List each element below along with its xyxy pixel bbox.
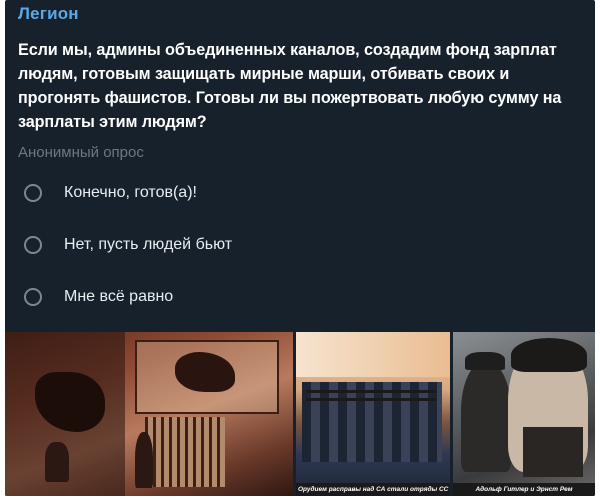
screenshot-frame: Легион Если мы, админы объединенных кана… [0,0,600,501]
poll-option-label: Нет, пусть людей бьют [64,236,233,253]
photo-caption: Адольф Гитлер и Эрнст Рем [453,483,595,496]
radio-icon[interactable] [24,184,42,202]
poll-question: Если мы, админы объединенных каналов, со… [18,41,562,131]
attached-photos[interactable]: Орудием расправы над СА стали отряды СС … [5,332,595,496]
sender-name[interactable]: Легион [18,4,79,24]
radio-icon[interactable] [24,288,42,306]
poll-message-card: Легион Если мы, админы объединенных кана… [5,0,595,496]
photo-broken-shop-window[interactable] [5,332,293,496]
poll-option-1[interactable]: Конечно, готов(а)! [18,178,578,208]
poll-type-label: Анонимный опрос [18,144,144,161]
photo-firing-squad[interactable]: Орудием расправы над СА стали отряды СС [296,332,450,496]
poll-option-label: Мне всё равно [64,288,174,305]
photo-portrait[interactable]: Адольф Гитлер и Эрнст Рем [453,332,595,496]
radio-icon[interactable] [24,236,42,254]
poll-option-3[interactable]: Мне всё равно [18,282,578,312]
photo-caption: Орудием расправы над СА стали отряды СС [296,483,450,496]
poll-option-2[interactable]: Нет, пусть людей бьют [18,230,578,260]
poll-option-label: Конечно, готов(а)! [64,184,197,201]
